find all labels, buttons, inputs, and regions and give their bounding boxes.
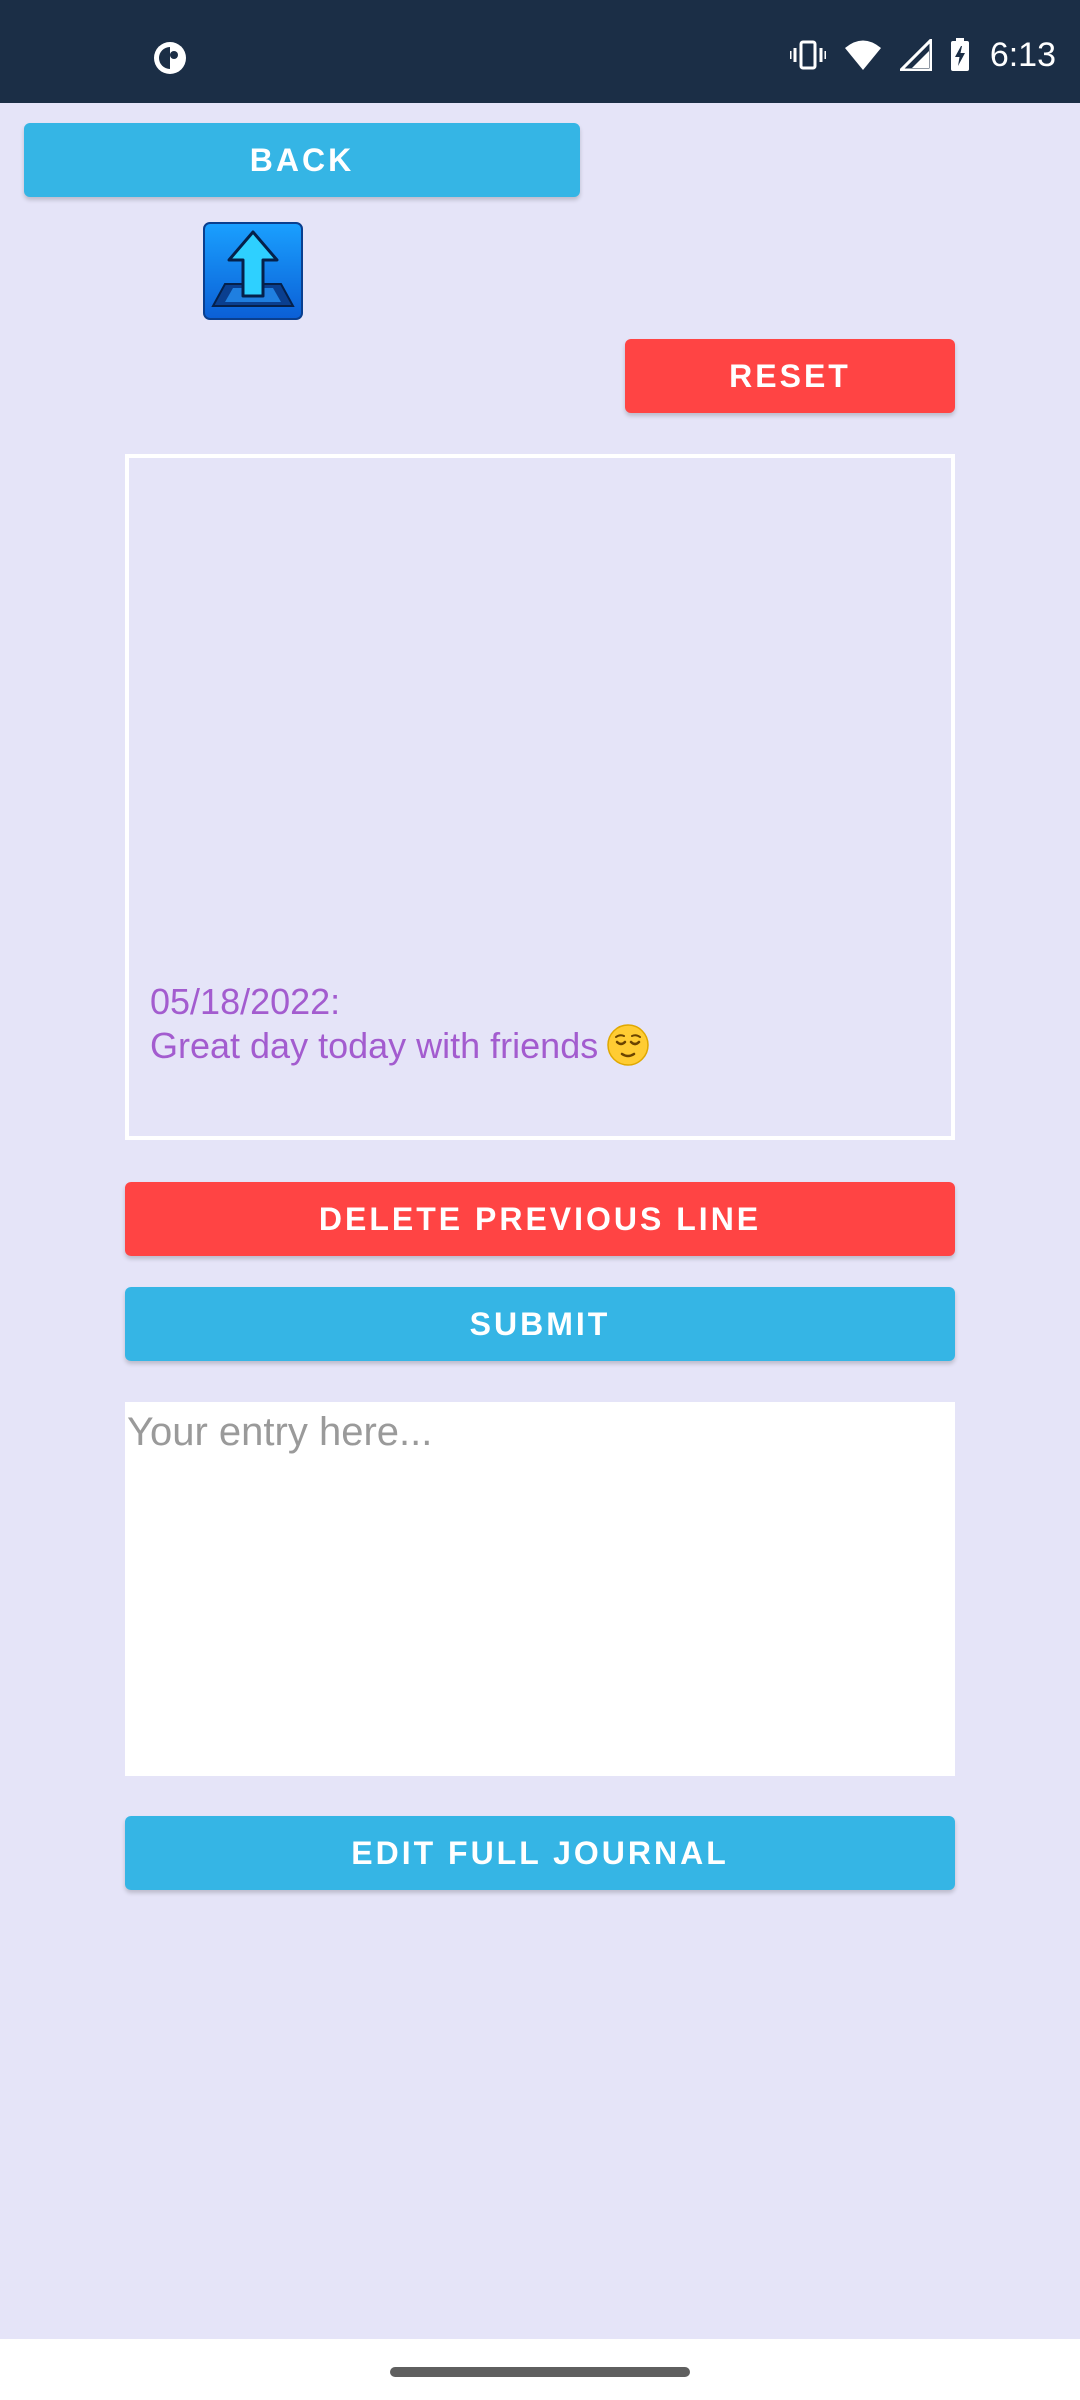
reset-button[interactable]: RESET [625,339,955,413]
navigation-bar [0,2339,1080,2400]
upload-icon[interactable] [203,222,303,320]
signal-icon [899,39,932,71]
status-icons: 6:13 [789,30,1056,80]
journal-entry-row: Great day today with friends [150,1024,930,1070]
journal-entry-input[interactable] [125,1402,955,1776]
wifi-icon [844,40,881,70]
notification-app-icon [154,42,186,74]
journal-text: 05/18/2022: Great day today with friends [150,980,930,1070]
status-time: 6:13 [989,35,1056,74]
back-button[interactable]: BACK [24,123,580,197]
status-bar: 6:13 [0,0,1080,103]
journal-entry-line: Great day today with friends [150,1024,599,1066]
relieved-face-emoji [607,1024,649,1066]
vibrate-icon [789,40,826,70]
edit-full-journal-button[interactable]: EDIT FULL JOURNAL [125,1816,955,1890]
delete-previous-line-button[interactable]: DELETE PREVIOUS LINE [125,1182,955,1256]
submit-button[interactable]: SUBMIT [125,1287,955,1361]
home-gesture-handle[interactable] [390,2367,690,2377]
journal-date-line: 05/18/2022: [150,980,341,1022]
journal-display[interactable]: 05/18/2022: Great day today with friends [125,454,955,1140]
battery-charging-icon [950,38,969,71]
